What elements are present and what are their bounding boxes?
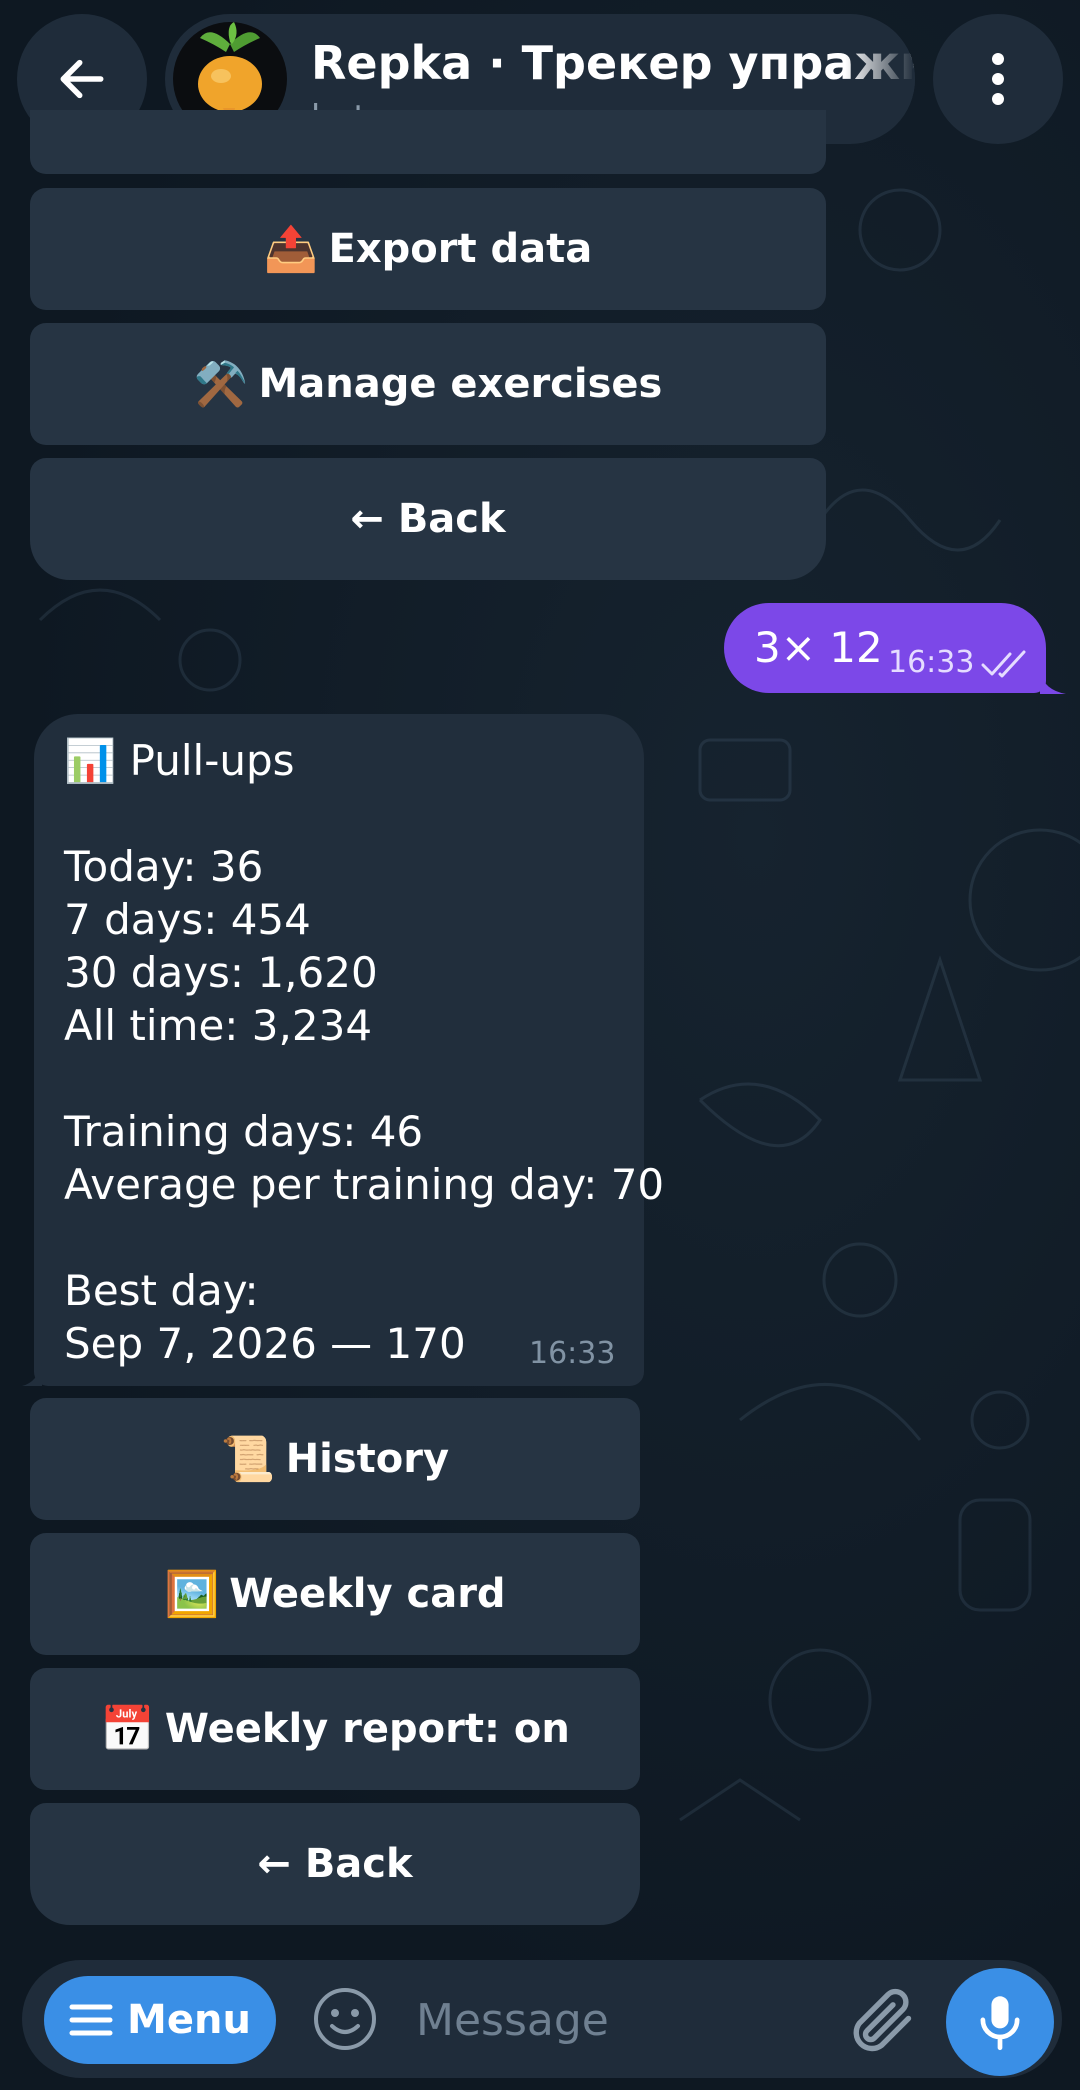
bubble-tail	[1040, 672, 1066, 694]
message-text: 3× 12	[754, 623, 883, 672]
keyboard-button-partial[interactable]	[30, 110, 826, 174]
scroll-icon: 📜	[220, 1434, 276, 1485]
framed-picture-icon: 🖼️	[164, 1569, 220, 1620]
weekly-report-toggle-button[interactable]: 📅 Weekly report: on	[30, 1668, 640, 1790]
menu-label: Menu	[127, 1997, 251, 2043]
stat-all-time: All time: 3,234	[64, 1001, 373, 1050]
history-button[interactable]: 📜 History	[30, 1398, 640, 1520]
paperclip-icon[interactable]	[842, 1982, 918, 2058]
stat-training-days: Training days: 46	[64, 1107, 424, 1156]
manage-exercises-button[interactable]: ⚒️ Manage exercises	[30, 323, 826, 445]
stat-7-days: 7 days: 454	[64, 895, 311, 944]
stat-average: Average per training day: 70	[64, 1160, 665, 1209]
double-check-icon	[981, 650, 1026, 678]
bubble-tail	[22, 1362, 42, 1386]
bar-chart-icon: 📊	[64, 736, 117, 785]
hammer-and-pick-icon: ⚒️	[193, 359, 249, 410]
stat-best-day-value: Sep 7, 2026 — 170	[64, 1319, 466, 1368]
hamburger-icon	[69, 2004, 113, 2036]
arrow-left-icon	[60, 59, 104, 99]
more-options-button[interactable]	[933, 14, 1063, 144]
button-label: ← Back	[350, 496, 506, 542]
stat-30-days: 30 days: 1,620	[64, 948, 378, 997]
smiley-icon[interactable]	[312, 1986, 378, 2052]
message-time: 16:33	[529, 1336, 616, 1371]
message-time: 16:33	[888, 645, 975, 680]
button-label: Weekly report: on	[164, 1706, 570, 1752]
button-label: Export data	[328, 226, 593, 272]
message-input-bar: Menu	[22, 1960, 1062, 2078]
message-input[interactable]	[414, 1986, 848, 2054]
more-vertical-icon	[992, 53, 1004, 105]
stat-today: Today: 36	[64, 842, 264, 891]
exercise-name: Pull-ups	[129, 736, 295, 785]
weekly-card-button[interactable]: 🖼️ Weekly card	[30, 1533, 640, 1655]
incoming-message[interactable]: 📊 Pull-ups Today: 36 7 days: 454 30 days…	[34, 714, 664, 1386]
stats-heading: 📊 Pull-ups	[64, 736, 295, 786]
button-label: Manage exercises	[258, 361, 663, 407]
back-keyboard-button[interactable]: ← Back	[30, 458, 826, 580]
button-label: History	[285, 1436, 450, 1482]
outgoing-message[interactable]: 3× 12 16:33	[724, 603, 1046, 693]
bot-menu-button[interactable]: Menu	[44, 1976, 276, 2064]
button-label: ← Back	[257, 1841, 413, 1887]
button-label: Weekly card	[229, 1571, 506, 1617]
microphone-icon	[980, 1996, 1020, 2051]
title-fade	[845, 14, 915, 144]
voice-record-button[interactable]	[946, 1968, 1054, 2076]
chat-title: Repka · Трекер упражнен	[311, 36, 915, 90]
outbox-tray-icon: 📤	[263, 224, 319, 275]
back-keyboard-button[interactable]: ← Back	[30, 1803, 640, 1925]
stat-best-day-label: Best day:	[64, 1266, 259, 1315]
export-data-button[interactable]: 📤 Export data	[30, 188, 826, 310]
calendar-icon: 📅	[100, 1704, 155, 1755]
